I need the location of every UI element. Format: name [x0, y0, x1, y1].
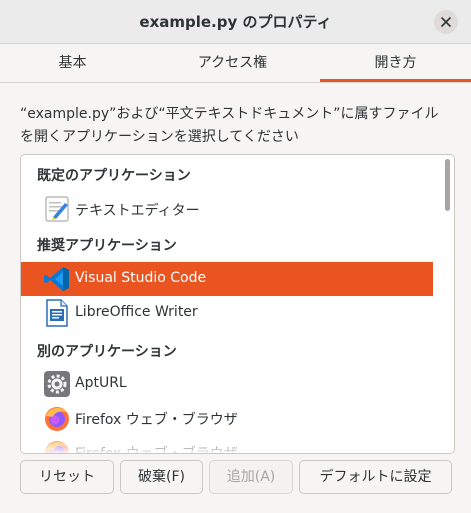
- app-label-firefox: Firefox ウェブ・ブラウザ: [75, 412, 238, 428]
- section-default-apps: 既定のアプリケーション: [37, 168, 191, 184]
- description-line-1: “example.py”および“平文テキストドキュメント”に属すファイル: [20, 106, 439, 122]
- list-scrollbar[interactable]: [445, 159, 450, 211]
- app-row-vscode[interactable]: Visual Studio Code: [21, 262, 433, 296]
- list-fade: [21, 435, 454, 453]
- text-editor-icon: [45, 196, 69, 222]
- app-row-firefox[interactable]: Firefox ウェブ・ブラウザ: [21, 401, 433, 435]
- add-button[interactable]: 追加(A): [209, 460, 293, 494]
- app-row-libreoffice-writer[interactable]: LibreOffice Writer: [21, 296, 433, 330]
- app-label-text-editor: テキストエディター: [75, 203, 200, 219]
- app-label-vscode: Visual Studio Code: [75, 270, 207, 286]
- app-label-apturl: AptURL: [75, 375, 127, 391]
- window-title: example.py のプロパティ: [139, 13, 332, 31]
- tab-open-with[interactable]: 開き方: [320, 44, 471, 82]
- close-icon: [441, 17, 451, 27]
- description: “example.py”および“平文テキストドキュメント”に属すファイル を開く…: [20, 103, 460, 149]
- app-row-apturl[interactable]: AptURL: [21, 367, 433, 401]
- tab-bar: 基本 アクセス権 開き方: [0, 44, 471, 83]
- description-line-2: を開くアプリケーションを選択してください: [20, 129, 299, 145]
- close-button[interactable]: [434, 10, 458, 34]
- section-other-apps: 別のアプリケーション: [37, 344, 177, 360]
- tab-permissions[interactable]: アクセス権: [145, 44, 320, 82]
- title-bar: example.py のプロパティ: [0, 0, 471, 44]
- tab-basic[interactable]: 基本: [0, 44, 145, 82]
- discard-button[interactable]: 破棄(F): [120, 460, 203, 494]
- app-label-libreoffice-writer: LibreOffice Writer: [75, 304, 198, 320]
- reset-button[interactable]: リセット: [20, 460, 114, 494]
- apturl-gear-icon: [44, 371, 70, 397]
- application-list[interactable]: 既定のアプリケーション テキストエディター 推奨アプリケーション Visual …: [20, 154, 455, 454]
- app-row-text-editor[interactable]: テキストエディター: [21, 192, 433, 226]
- libreoffice-writer-icon: [46, 299, 68, 327]
- vscode-icon: [44, 267, 69, 291]
- section-recommended-apps: 推奨アプリケーション: [37, 238, 177, 254]
- firefox-icon: [45, 407, 69, 431]
- set-default-button[interactable]: デフォルトに設定: [299, 460, 452, 494]
